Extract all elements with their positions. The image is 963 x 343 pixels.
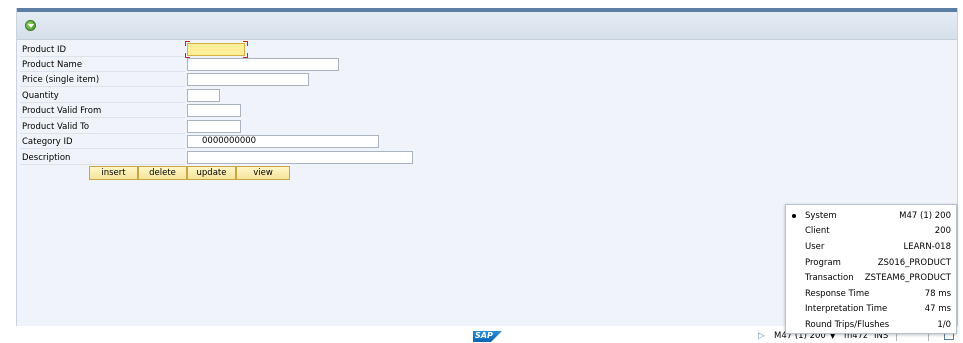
- update-button[interactable]: update: [187, 166, 236, 180]
- focus-marker: [185, 41, 190, 46]
- popup-item-transaction[interactable]: Transaction ZSTEAM6_PRODUCT: [786, 271, 956, 286]
- popup-item-round-trips[interactable]: Round Trips/Flushes 1/0: [786, 318, 956, 333]
- focus-marker: [243, 41, 248, 46]
- label-product-id: Product ID: [20, 44, 185, 57]
- bullet-icon: [792, 214, 796, 218]
- popup-item-user[interactable]: User LEARN-018: [786, 240, 956, 255]
- system-info-popup: System M47 (1) 200 Client 200 User LEARN…: [785, 204, 957, 334]
- insert-button[interactable]: insert: [89, 166, 138, 180]
- view-button[interactable]: view: [236, 166, 290, 180]
- quantity-input[interactable]: [187, 89, 220, 102]
- popup-item-response-time[interactable]: Response Time 78 ms: [786, 287, 956, 302]
- label-valid-to: Product Valid To: [20, 121, 185, 134]
- execute-icon[interactable]: [25, 20, 36, 31]
- description-input[interactable]: [187, 151, 413, 164]
- price-input[interactable]: [187, 73, 309, 86]
- product-name-input[interactable]: [187, 58, 339, 71]
- product-id-input[interactable]: [187, 43, 245, 56]
- popup-item-program[interactable]: Program ZS016_PRODUCT: [786, 256, 956, 271]
- play-icon[interactable]: ▷: [758, 330, 765, 343]
- label-product-name: Product Name: [20, 59, 185, 72]
- label-valid-from: Product Valid From: [20, 105, 185, 118]
- application-toolbar: [17, 12, 957, 40]
- label-description: Description: [20, 152, 185, 165]
- valid-to-input[interactable]: [187, 120, 241, 133]
- popup-item-client[interactable]: Client 200: [786, 224, 956, 239]
- popup-item-system[interactable]: System M47 (1) 200: [786, 209, 956, 224]
- popup-item-interpretation-time[interactable]: Interpretation Time 47 ms: [786, 302, 956, 317]
- delete-button[interactable]: delete: [138, 166, 187, 180]
- category-id-input[interactable]: 0000000000: [187, 135, 379, 148]
- label-quantity: Quantity: [20, 90, 185, 103]
- sap-logo: SAP: [473, 331, 502, 342]
- label-category-id: Category ID: [20, 136, 185, 149]
- valid-from-input[interactable]: [187, 104, 241, 117]
- label-price: Price (single item): [20, 74, 185, 87]
